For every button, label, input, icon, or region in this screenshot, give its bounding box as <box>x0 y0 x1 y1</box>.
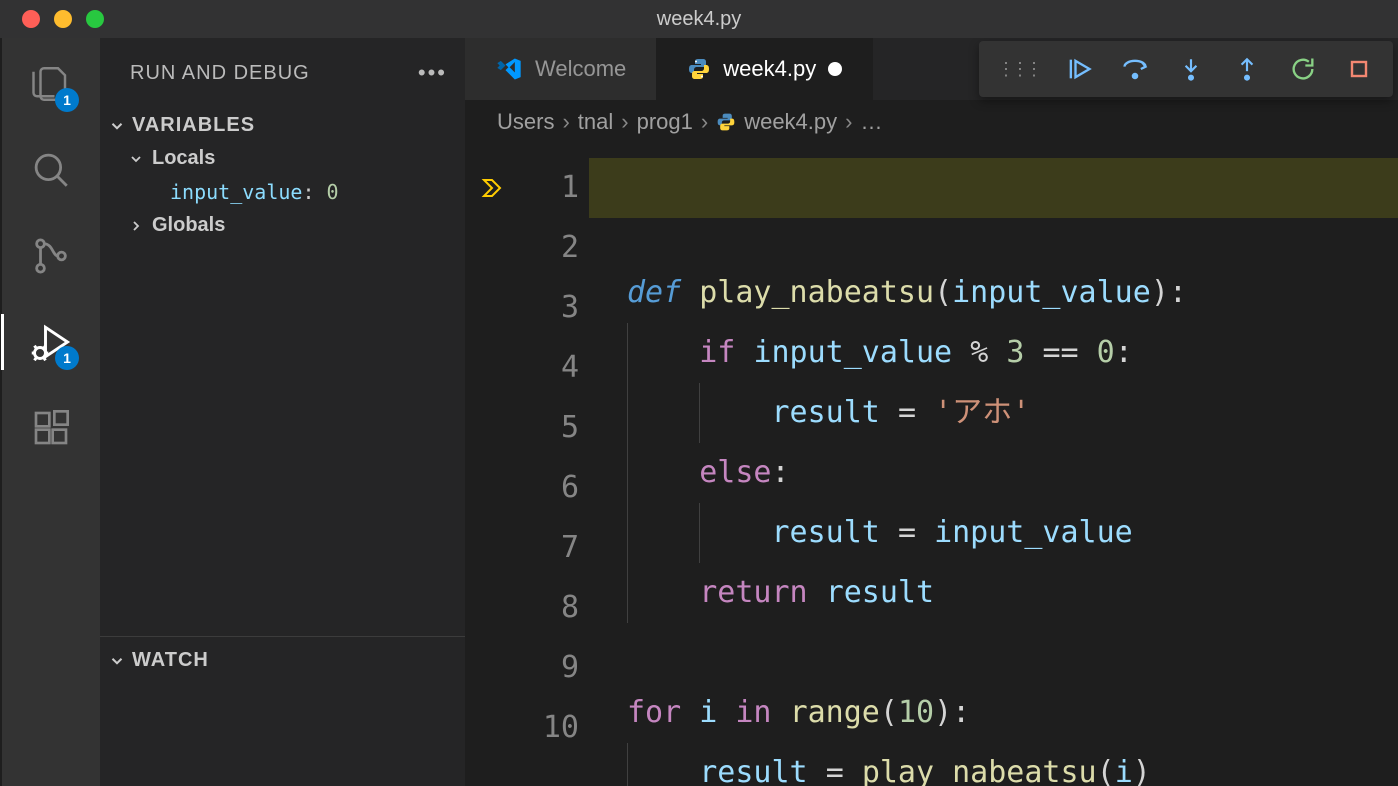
code-line[interactable]: def play_nabeatsu(input_value): <box>627 263 1398 323</box>
variables-title: VARIABLES <box>132 114 255 137</box>
code-content[interactable]: def play_nabeatsu(input_value): if input… <box>589 144 1398 786</box>
chevron-right-icon: › <box>562 109 569 135</box>
run-debug-icon[interactable]: 1 <box>27 318 75 366</box>
watch-title: WATCH <box>132 649 209 672</box>
tab-label: Welcome <box>535 56 626 82</box>
source-control-icon[interactable] <box>27 232 75 280</box>
current-frame-icon <box>480 176 504 200</box>
chevron-down-icon <box>108 652 126 670</box>
step-over-button[interactable] <box>1119 53 1151 85</box>
breadcrumb-part[interactable]: prog1 <box>637 109 693 135</box>
sidebar: RUN AND DEBUG ••• VARIABLES Locals input… <box>100 38 465 786</box>
tab-label: week4.py <box>723 56 816 82</box>
globals-label: Globals <box>152 214 225 237</box>
line-number: 6 <box>519 458 579 518</box>
code-line[interactable]: else: <box>627 443 1398 503</box>
grip-icon[interactable]: ⋮⋮⋮ <box>997 59 1039 80</box>
search-icon[interactable] <box>27 146 75 194</box>
line-number: 8 <box>519 578 579 638</box>
line-number: 3 <box>519 278 579 338</box>
code-line[interactable]: if input_value % 3 == 0: <box>627 323 1398 383</box>
breadcrumb-part[interactable]: tnal <box>578 109 613 135</box>
line-number: 5 <box>519 398 579 458</box>
vscode-icon <box>495 55 523 83</box>
line-number: 1 <box>519 158 579 218</box>
sidebar-title: RUN AND DEBUG <box>130 62 310 85</box>
code-line[interactable] <box>627 623 1398 683</box>
chevron-down-icon <box>128 151 144 167</box>
glyph-margin <box>465 144 519 786</box>
debug-toolbar[interactable]: ⋮⋮⋮ <box>979 41 1393 97</box>
chevron-right-icon: › <box>701 109 708 135</box>
explorer-badge: 1 <box>55 88 79 112</box>
variable-value: 0 <box>327 180 339 204</box>
locals-label: Locals <box>152 147 215 170</box>
line-number: 10 <box>519 698 579 758</box>
breadcrumbs[interactable]: Users › tnal › prog1 › week4.py › … <box>465 100 1398 144</box>
editor-area: Welcome week4.py ⋮⋮⋮ <box>465 38 1398 786</box>
chevron-right-icon: › <box>621 109 628 135</box>
line-number: 2 <box>519 218 579 278</box>
maximize-window-button[interactable] <box>86 10 104 28</box>
activity-bar: 1 1 <box>0 38 100 786</box>
code-line[interactable]: result = play_nabeatsu(i) <box>627 743 1398 786</box>
dirty-indicator-icon <box>828 62 842 76</box>
breadcrumb-part[interactable]: … <box>860 109 882 135</box>
window-title: week4.py <box>657 8 742 31</box>
chevron-right-icon <box>128 218 144 234</box>
variables-section: VARIABLES Locals input_value: 0 Globals <box>100 102 465 636</box>
variable-name: input_value <box>170 180 302 204</box>
titlebar: week4.py <box>0 0 1398 38</box>
code-line[interactable]: for i in range(10): <box>627 683 1398 743</box>
code-line[interactable]: return result <box>627 563 1398 623</box>
window-controls <box>0 10 104 28</box>
explorer-icon[interactable]: 1 <box>27 60 75 108</box>
variable-row[interactable]: input_value: 0 <box>100 176 465 208</box>
locals-scope[interactable]: Locals <box>100 141 465 176</box>
breadcrumb-part[interactable]: week4.py <box>744 109 837 135</box>
variables-header[interactable]: VARIABLES <box>100 110 465 141</box>
python-icon <box>716 112 736 132</box>
line-number: 7 <box>519 518 579 578</box>
extensions-icon[interactable] <box>27 404 75 452</box>
continue-button[interactable] <box>1063 53 1095 85</box>
code-editor[interactable]: 12345678910 def play_nabeatsu(input_valu… <box>465 144 1398 786</box>
close-window-button[interactable] <box>22 10 40 28</box>
tab-welcome[interactable]: Welcome <box>465 38 657 100</box>
more-actions-icon[interactable]: ••• <box>418 60 447 86</box>
step-out-button[interactable] <box>1231 53 1263 85</box>
run-debug-badge: 1 <box>55 346 79 370</box>
code-line[interactable]: result = input_value <box>627 503 1398 563</box>
python-icon <box>687 57 711 81</box>
chevron-right-icon: › <box>845 109 852 135</box>
step-into-button[interactable] <box>1175 53 1207 85</box>
minimize-window-button[interactable] <box>54 10 72 28</box>
line-number: 9 <box>519 638 579 698</box>
code-line[interactable]: result = 'アホ' <box>627 383 1398 443</box>
sidebar-header: RUN AND DEBUG ••• <box>100 38 465 102</box>
globals-scope[interactable]: Globals <box>100 208 465 243</box>
restart-button[interactable] <box>1287 53 1319 85</box>
watch-section: WATCH <box>100 636 465 786</box>
line-number: 4 <box>519 338 579 398</box>
line-numbers: 12345678910 <box>519 144 589 786</box>
stop-button[interactable] <box>1343 53 1375 85</box>
breadcrumb-part[interactable]: Users <box>497 109 554 135</box>
tab-week4-py[interactable]: week4.py <box>657 38 873 100</box>
current-line-highlight <box>589 158 1398 218</box>
chevron-down-icon <box>108 117 126 135</box>
watch-header[interactable]: WATCH <box>100 645 465 676</box>
